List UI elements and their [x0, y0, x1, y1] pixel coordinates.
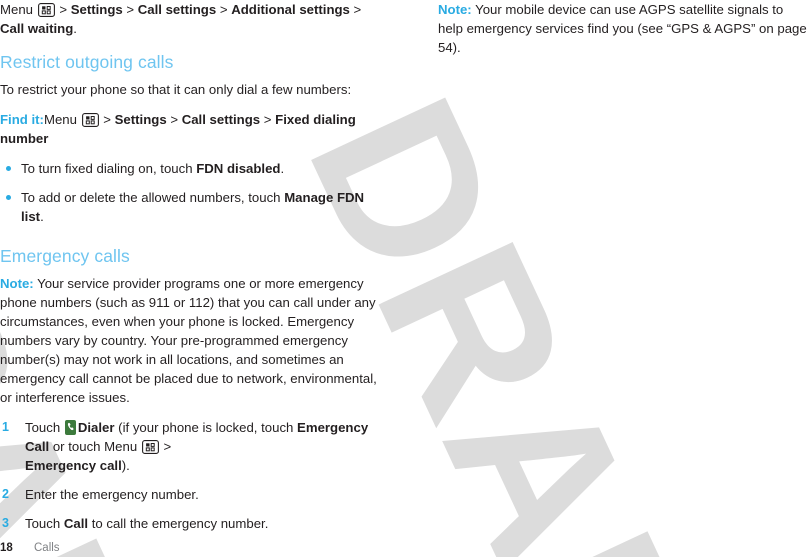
path-call-waiting: Call waiting	[0, 21, 74, 36]
step-text-2: to call the emergency number.	[88, 516, 269, 531]
emergency-note-paragraph: Note: Your service provider programs one…	[0, 274, 385, 407]
step-bold-call: Call	[63, 516, 89, 531]
note-body-text: Your service provider programs one or mo…	[0, 276, 377, 405]
menu-path-prefix: Menu	[0, 2, 37, 17]
list-item: To turn fixed dialing on, touch FDN disa…	[0, 159, 385, 178]
step-number: 1	[2, 420, 9, 434]
chapter-name: Calls	[34, 542, 60, 554]
heading-restrict-outgoing-calls: Restrict outgoing calls	[0, 52, 174, 72]
find-it-settings: Settings	[114, 112, 167, 127]
step-text-2: (if your phone is locked, touch	[114, 420, 298, 435]
note-body-text: Your mobile device can use AGPS satellit…	[438, 2, 807, 55]
step-text: Enter the emergency number.	[25, 487, 199, 502]
menu-grid-icon	[37, 3, 55, 17]
list-item: 3 Touch Call to call the emergency number…	[0, 514, 385, 533]
note-label: Note:	[438, 2, 472, 17]
page-footer: 18 Calls	[0, 541, 385, 555]
find-it-path: Find it:Menu > Settings > Call settings …	[0, 110, 385, 148]
heading-emergency-calls: Emergency calls	[0, 246, 130, 266]
step-text-4: ).	[121, 458, 130, 473]
page-number: 18	[0, 542, 13, 554]
find-it-separator-2: >	[166, 112, 182, 127]
step-text-1: Touch	[25, 420, 64, 435]
path-call-settings: Call settings	[137, 2, 217, 17]
path-period: .	[73, 21, 77, 36]
step-bold-dialer: Dialer	[77, 420, 115, 435]
find-it-menu-word: Menu	[43, 112, 81, 127]
menu-grid-icon	[81, 113, 99, 127]
path-additional-settings: Additional settings	[231, 2, 350, 17]
step-text-3: or touch Menu	[49, 439, 141, 454]
agps-note-paragraph: Note: Your mobile device can use AGPS sa…	[438, 0, 811, 57]
step-text-1: Touch	[25, 516, 64, 531]
find-it-label: Find it:	[0, 112, 44, 127]
bullet-text-pre: To turn fixed dialing on, touch	[21, 161, 197, 176]
step-separator: >	[159, 439, 172, 454]
list-item: 1 Touch Dialer (if your phone is locked, …	[0, 418, 385, 475]
left-column: Menu > Settings > Call settings > Additi…	[0, 0, 385, 543]
emergency-steps-list: 1 Touch Dialer (if your phone is locked, …	[0, 418, 385, 533]
path-separator-3: >	[216, 2, 232, 17]
restrict-intro-text: To restrict your phone so that it can on…	[0, 82, 352, 97]
bullet-bold-fdn-disabled: FDN disabled	[196, 161, 281, 176]
menu-path-breadcrumb: Menu > Settings > Call settings > Additi…	[0, 0, 385, 38]
list-item: 2 Enter the emergency number.	[0, 485, 385, 504]
note-label: Note:	[0, 276, 34, 291]
path-settings: Settings	[70, 2, 123, 17]
bullet-text-post: .	[40, 209, 44, 224]
step-bold-emergency-call-menu: Emergency call	[25, 458, 122, 473]
path-separator-1: >	[55, 2, 71, 17]
find-it-separator-3: >	[260, 112, 276, 127]
path-separator-2: >	[122, 2, 138, 17]
right-column: Note: Your mobile device can use AGPS sa…	[438, 0, 811, 68]
bullet-text-post: .	[280, 161, 285, 176]
manual-page: Menu > Settings > Call settings > Additi…	[0, 0, 811, 557]
step-number: 2	[2, 487, 9, 501]
restrict-bullet-list: To turn fixed dialing on, touch FDN disa…	[0, 159, 385, 226]
find-it-call-settings: Call settings	[181, 112, 261, 127]
menu-grid-icon	[141, 440, 159, 454]
bullet-text-pre: To add or delete the allowed numbers, to…	[21, 190, 285, 205]
dialer-phone-icon	[64, 420, 76, 435]
step-number: 3	[2, 516, 9, 530]
find-it-separator-1: >	[99, 112, 115, 127]
path-separator-4: >	[349, 2, 362, 17]
list-item: To add or delete the allowed numbers, to…	[0, 188, 385, 226]
